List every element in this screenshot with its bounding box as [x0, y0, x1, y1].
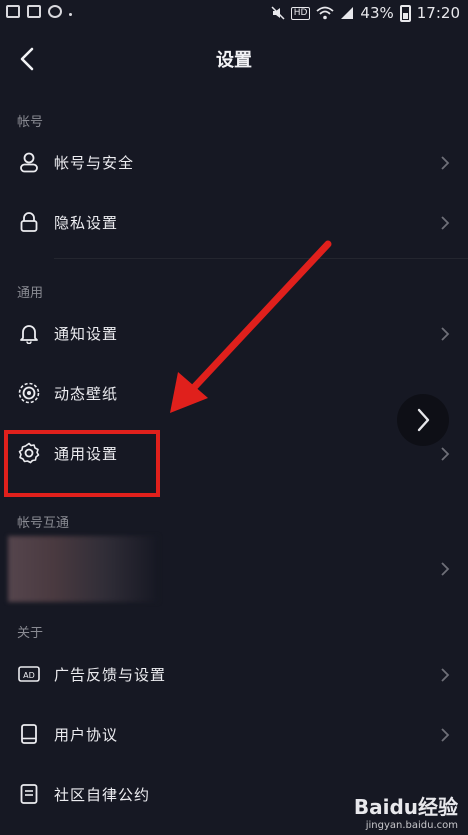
section-label-about: 关于 [17, 626, 44, 641]
notification-icons [6, 5, 72, 18]
chevron-right-icon [417, 408, 430, 432]
next-page-button[interactable] [397, 394, 449, 446]
section-label-general: 通用 [17, 286, 44, 301]
settings-item-label: 动态壁纸 [54, 385, 119, 403]
app-notification-icon [48, 5, 62, 18]
chevron-right-icon [441, 156, 450, 170]
chevron-right-icon [441, 327, 450, 341]
settings-item-label: 用户协议 [54, 726, 119, 744]
clock: 17:20 [416, 4, 460, 22]
settings-item-user-agreement[interactable]: 用户协议 [0, 705, 468, 765]
wifi-icon [316, 6, 335, 20]
hd-badge: HD [290, 6, 311, 20]
watermark-url: jingyan.baidu.com [365, 820, 458, 831]
user-icon [20, 152, 38, 173]
bell-icon [20, 325, 38, 344]
settings-item-ad-feedback[interactable]: AD 广告反馈与设置 [0, 645, 468, 705]
signal-icon [341, 7, 354, 19]
header: 设置 [0, 36, 468, 82]
settings-item-account-security[interactable]: 帐号与安全 [0, 133, 468, 193]
watermark-brand: Baidu经验 [353, 795, 458, 819]
section-label-linked-accounts: 帐号互通 [17, 516, 70, 531]
chevron-right-icon [441, 728, 450, 742]
settings-item-label: 社区自律公约 [54, 786, 151, 804]
baidu-watermark: Baidu经验 jingyan.baidu.com [354, 791, 458, 831]
settings-item-label: 帐号与安全 [54, 154, 135, 172]
lock-icon [20, 212, 38, 232]
settings-item-label: 隐私设置 [54, 214, 119, 232]
settings-item-notifications[interactable]: 通知设置 [0, 304, 468, 364]
divider [54, 258, 468, 259]
system-status: HD 43% 17:20 [271, 4, 460, 22]
section-label-account: 帐号 [17, 115, 44, 130]
book-icon [21, 724, 37, 744]
blurred-linked-account-avatar [8, 536, 158, 602]
chevron-right-icon [441, 216, 450, 230]
settings-item-label: 通知设置 [54, 325, 119, 343]
page-title: 设置 [216, 50, 252, 71]
annotation-highlight-box [4, 430, 160, 497]
more-notifications-icon [69, 13, 72, 16]
mute-icon [271, 6, 285, 20]
chevron-right-icon [441, 668, 450, 682]
document-icon [20, 784, 38, 804]
settings-item-label: 广告反馈与设置 [54, 666, 167, 684]
status-bar: HD 43% 17:20 [0, 0, 468, 30]
chevron-right-icon [441, 562, 450, 576]
svg-text:AD: AD [23, 671, 35, 680]
battery-icon [399, 4, 411, 22]
wallpaper-icon [18, 382, 40, 404]
image-notification-icon [6, 5, 20, 18]
chevron-right-icon [441, 447, 450, 461]
file-notification-icon [27, 5, 41, 18]
battery-percent: 43% [360, 4, 394, 22]
settings-item-privacy[interactable]: 隐私设置 [0, 193, 468, 253]
ad-icon: AD [18, 666, 40, 682]
